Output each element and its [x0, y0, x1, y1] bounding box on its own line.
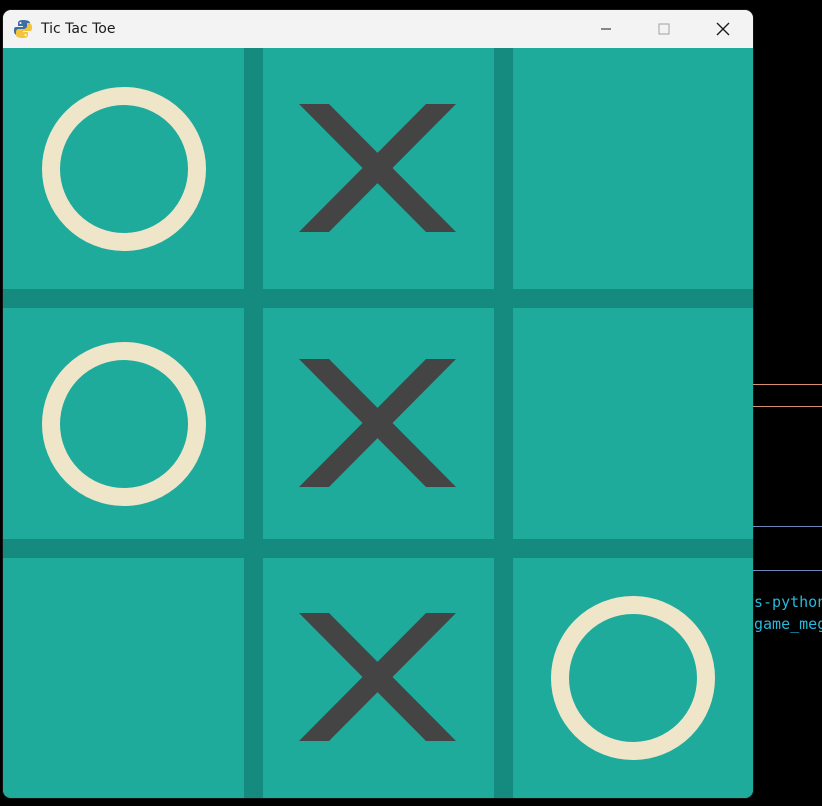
o-mark-icon [41, 341, 206, 506]
close-icon [716, 22, 730, 36]
terminal-text: game_meg [754, 615, 822, 633]
board-cell-bottom-left[interactable] [3, 558, 244, 798]
maximize-button[interactable] [635, 10, 693, 48]
board-cell-top-right[interactable] [513, 48, 753, 289]
terminal-divider [753, 570, 822, 571]
board-cell-bottom-center[interactable] [263, 558, 494, 798]
o-mark-icon [41, 86, 206, 251]
minimize-icon [601, 28, 611, 30]
board-cell-middle-center[interactable] [263, 308, 494, 539]
board-cell-middle-left[interactable] [3, 308, 244, 539]
game-window: Tic Tac Toe [3, 10, 753, 798]
python-snake-icon [13, 19, 33, 39]
board-cell-top-center[interactable] [263, 48, 494, 289]
close-button[interactable] [694, 10, 752, 48]
title-bar[interactable]: Tic Tac Toe [3, 10, 753, 48]
terminal-divider [753, 384, 822, 385]
board-cell-top-left[interactable] [3, 48, 244, 289]
board-cell-middle-right[interactable] [513, 308, 753, 539]
minimize-button[interactable] [577, 10, 635, 48]
game-board [3, 48, 753, 798]
o-mark-icon [551, 596, 715, 760]
x-mark-icon [298, 103, 456, 232]
maximize-icon [658, 23, 670, 35]
x-mark-icon [298, 613, 456, 741]
terminal-divider [753, 406, 822, 407]
board-cell-bottom-right[interactable] [513, 558, 753, 798]
window-title: Tic Tac Toe [41, 21, 116, 37]
terminal-divider [753, 526, 822, 527]
x-mark-icon [298, 358, 456, 487]
terminal-text: s-python [754, 593, 822, 611]
